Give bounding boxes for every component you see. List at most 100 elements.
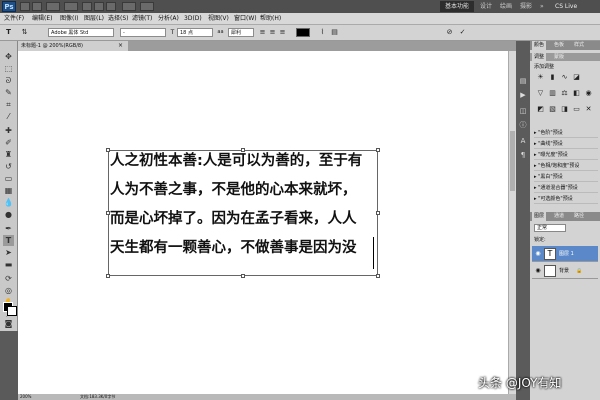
font-size-select[interactable]: 18 点: [177, 28, 213, 37]
transform-handle-bottom-right[interactable]: [376, 274, 380, 278]
rotate-view-button[interactable]: [106, 2, 116, 11]
visibility-eye-icon[interactable]: ◉: [534, 267, 542, 275]
font-style-select[interactable]: -: [120, 28, 166, 37]
3d-orbit-tool-icon[interactable]: ◎: [3, 285, 14, 296]
quick-mask-icon[interactable]: ◙: [3, 318, 14, 329]
blend-mode-select[interactable]: 正常: [534, 224, 566, 232]
menu-layer[interactable]: 图层(L): [84, 13, 104, 25]
visibility-eye-icon[interactable]: ◉: [534, 250, 542, 258]
zoom-readout[interactable]: 200%: [20, 394, 31, 400]
transform-handle-right[interactable]: [376, 211, 380, 215]
vibrance-icon[interactable]: ▽: [536, 89, 545, 98]
selective-color-icon[interactable]: ✕: [584, 105, 593, 114]
photo-filter-icon[interactable]: ◉: [584, 89, 593, 98]
text-tool-preset-icon[interactable]: T: [4, 28, 13, 37]
screen-mode-button[interactable]: [140, 2, 154, 11]
align-right-icon[interactable]: ≡: [278, 28, 287, 37]
tab-channels[interactable]: 通道: [552, 212, 566, 221]
path-select-tool-icon[interactable]: ➤: [3, 247, 14, 258]
gradient-map-icon[interactable]: ▭: [572, 105, 581, 114]
workspace-essentials-button[interactable]: 基本功能: [440, 1, 474, 12]
invert-icon[interactable]: ◩: [536, 105, 545, 114]
preset-channel-mixer[interactable]: ▸ "通道混合器"预设: [534, 184, 598, 193]
tab-paths[interactable]: 路径: [572, 212, 586, 221]
type-tool-icon[interactable]: T: [3, 235, 14, 246]
text-color-swatch[interactable]: [296, 28, 310, 37]
workspace-design-link[interactable]: 设计: [480, 2, 492, 11]
close-document-icon[interactable]: ×: [118, 41, 126, 51]
tab-styles[interactable]: 样式: [572, 41, 586, 50]
gradient-tool-icon[interactable]: ▦: [3, 185, 14, 196]
transform-handle-top-right[interactable]: [376, 148, 380, 152]
move-tool-icon[interactable]: ✥: [3, 51, 14, 62]
hand-tool-button[interactable]: [82, 2, 92, 11]
menu-view[interactable]: 视图(V): [208, 13, 229, 25]
bridge-button[interactable]: [20, 2, 30, 11]
preset-selective-color[interactable]: ▸ "可选颜色"预设: [534, 195, 598, 204]
levels-icon[interactable]: ▮: [548, 73, 557, 82]
workspace-photography-link[interactable]: 摄影: [520, 2, 532, 11]
menu-filter[interactable]: 滤镜(T): [132, 13, 152, 25]
blur-tool-icon[interactable]: 💧: [3, 197, 14, 208]
paragraph-panel-icon[interactable]: ¶: [518, 151, 528, 160]
tab-masks[interactable]: 蒙版: [552, 53, 566, 61]
text-orientation-icon[interactable]: ⇅: [20, 28, 29, 37]
threshold-icon[interactable]: ◨: [560, 105, 569, 114]
pen-tool-icon[interactable]: ✒: [3, 223, 14, 234]
dodge-tool-icon[interactable]: ●: [3, 209, 14, 220]
vertical-scrollbar[interactable]: [508, 51, 516, 394]
eraser-tool-icon[interactable]: ▭: [3, 173, 14, 184]
shape-tool-icon[interactable]: ▬: [3, 259, 14, 270]
character-panel-icon[interactable]: ▤: [330, 28, 339, 37]
3d-rotate-tool-icon[interactable]: ⟳: [3, 273, 14, 284]
info-panel-icon[interactable]: ⓘ: [518, 121, 528, 130]
align-center-icon[interactable]: ≡: [268, 28, 277, 37]
curves-icon[interactable]: ∿: [560, 73, 569, 82]
brush-tool-icon[interactable]: ✐: [3, 137, 14, 148]
arrange-documents-button[interactable]: [122, 2, 136, 11]
history-panel-icon[interactable]: ▤: [518, 77, 528, 86]
commit-edit-icon[interactable]: ✓: [458, 28, 467, 37]
menu-window[interactable]: 窗口(W): [234, 13, 257, 25]
antialias-select[interactable]: 犀利: [228, 28, 254, 37]
tab-adjustments[interactable]: 调整: [532, 53, 547, 61]
font-family-select[interactable]: Adobe 黑体 Std: [48, 28, 114, 37]
transform-handle-bottom-left[interactable]: [106, 274, 110, 278]
menu-image[interactable]: 图像(I): [60, 13, 78, 25]
scrollbar-thumb[interactable]: [510, 131, 515, 191]
posterize-icon[interactable]: ▧: [548, 105, 557, 114]
black-white-icon[interactable]: ◧: [572, 89, 581, 98]
menu-help[interactable]: 帮助(H): [260, 13, 281, 25]
navigator-panel-icon[interactable]: ◫: [518, 107, 528, 116]
workspace-painting-link[interactable]: 绘画: [500, 2, 512, 11]
background-color-swatch[interactable]: [7, 306, 17, 316]
tab-swatches[interactable]: 色板: [552, 41, 566, 50]
hue-saturation-icon[interactable]: ▥: [548, 89, 557, 98]
history-brush-tool-icon[interactable]: ↺: [3, 161, 14, 172]
zoom-level-dropdown[interactable]: [64, 2, 78, 11]
cs-live-button[interactable]: CS Live: [555, 2, 587, 11]
menu-3d[interactable]: 3D(D): [184, 13, 202, 25]
marquee-tool-icon[interactable]: ⬚: [3, 63, 14, 74]
workspace-more-icon[interactable]: »: [540, 2, 544, 11]
menu-file[interactable]: 文件(F): [4, 13, 24, 25]
exposure-icon[interactable]: ◪: [572, 73, 581, 82]
preset-hue-saturation[interactable]: ▸ "色相/饱和度"预设: [534, 162, 598, 171]
actions-panel-icon[interactable]: ▶: [518, 91, 528, 100]
color-balance-icon[interactable]: ⚖: [560, 89, 569, 98]
preset-exposure[interactable]: ▸ "曝光度"预设: [534, 151, 598, 160]
brightness-contrast-icon[interactable]: ☀: [536, 73, 545, 82]
preset-curves[interactable]: ▸ "曲线"预设: [534, 140, 598, 149]
layer-row-background[interactable]: ◉ 背景 🔒: [532, 263, 598, 279]
lasso-tool-icon[interactable]: ᘐ: [3, 75, 14, 86]
healing-brush-tool-icon[interactable]: ✚: [3, 125, 14, 136]
layer-row-text[interactable]: ◉ T 图层 1: [532, 246, 598, 262]
menu-select[interactable]: 选择(S): [108, 13, 129, 25]
eyedropper-tool-icon[interactable]: ⁄: [3, 111, 14, 122]
preset-black-white[interactable]: ▸ "黑白"预设: [534, 173, 598, 182]
view-extras-dropdown[interactable]: [46, 2, 60, 11]
menu-analysis[interactable]: 分析(A): [158, 13, 179, 25]
menu-edit[interactable]: 编辑(E): [32, 13, 52, 25]
crop-tool-icon[interactable]: ⌗: [3, 99, 14, 110]
mini-bridge-button[interactable]: [32, 2, 42, 11]
